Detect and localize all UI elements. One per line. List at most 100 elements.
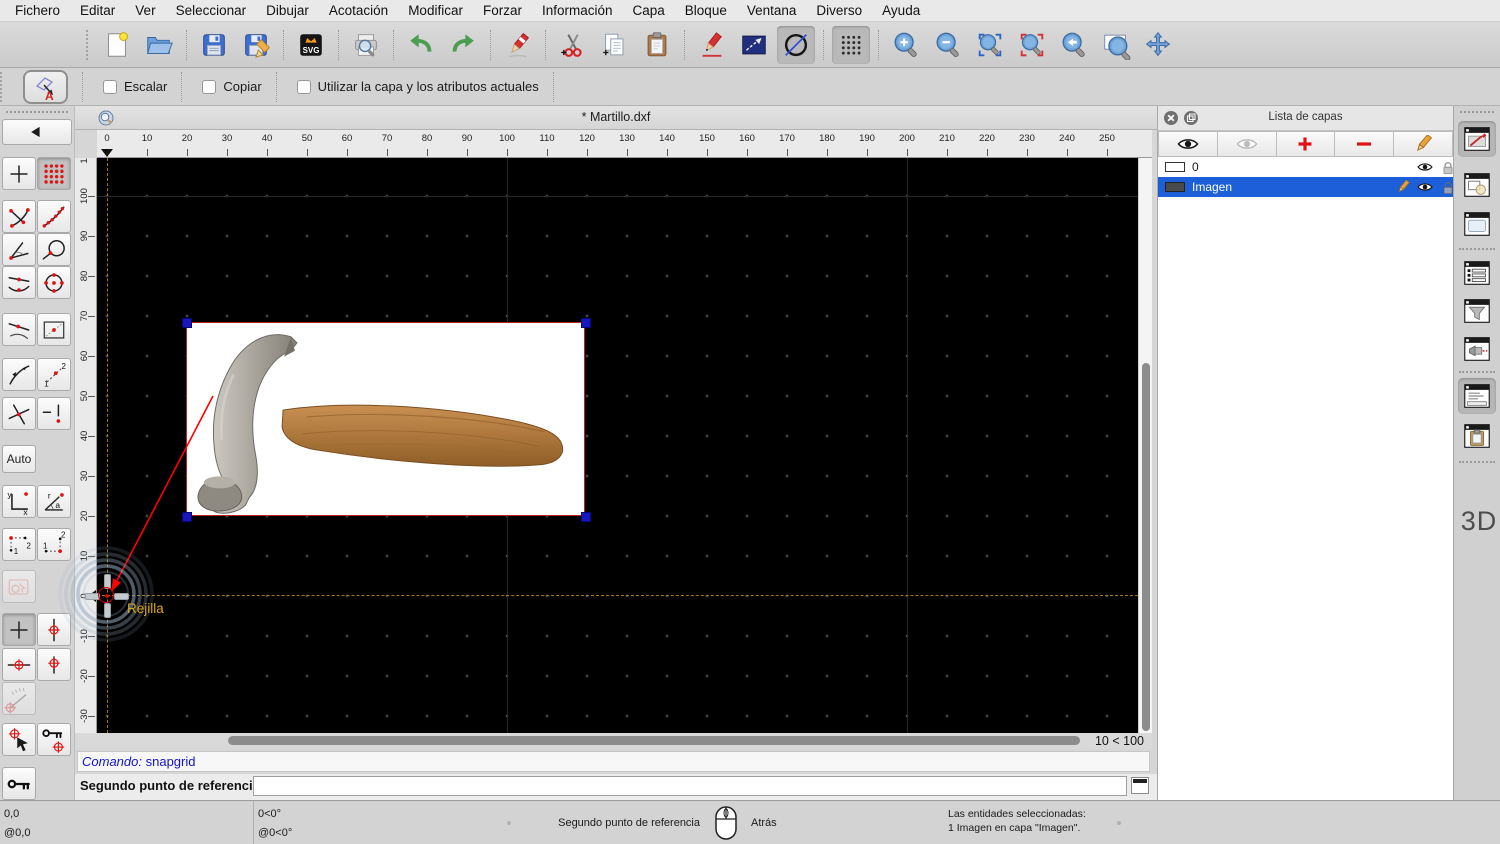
selection-handle-top-right[interactable]	[581, 318, 591, 328]
pen-attributes-button[interactable]	[693, 26, 731, 64]
zoom-window-button[interactable]	[1097, 26, 1135, 64]
svg-export-button[interactable]: SVG	[292, 26, 330, 64]
remove-layer-button[interactable]	[1335, 131, 1394, 157]
snap-tangent[interactable]	[2, 358, 36, 391]
drawing-canvas[interactable]	[97, 158, 1138, 733]
coord-polar[interactable]: ra	[37, 485, 71, 518]
circle-empty-button[interactable]	[777, 26, 815, 64]
dock-explode-button[interactable]	[1458, 331, 1496, 367]
copy-button[interactable]	[596, 26, 634, 64]
layer-row-imagen[interactable]: Imagen	[1158, 177, 1453, 197]
layer-visibility-icon[interactable]	[1416, 160, 1434, 174]
back-arrow-button[interactable]	[2, 119, 72, 145]
layer-edit-icon[interactable]	[1394, 180, 1412, 194]
dock-3d-label[interactable]: 3D	[1460, 506, 1498, 537]
snap-endpoint[interactable]	[2, 200, 36, 233]
zoom-out-button[interactable]	[929, 26, 967, 64]
selection-handle-bottom-left[interactable]	[182, 512, 192, 522]
restrict-orthogonal[interactable]	[37, 648, 71, 681]
zoom-previous-button[interactable]	[1055, 26, 1093, 64]
checkbox-box-utilizar-la-capa-y-los-atributos-actuales[interactable]	[297, 80, 311, 94]
menu-ver[interactable]: Ver	[125, 0, 165, 22]
hammer-image[interactable]	[186, 322, 585, 516]
checkbox-box-escalar[interactable]	[103, 80, 117, 94]
ref-order-left[interactable]: 12	[2, 528, 36, 561]
restrict-none[interactable]	[2, 613, 36, 646]
menu-bloque[interactable]: Bloque	[675, 0, 737, 22]
dock-drag-handle[interactable]	[1460, 111, 1494, 113]
hide-all-layers-button[interactable]	[1218, 131, 1277, 157]
select-ghost[interactable]	[2, 570, 36, 603]
undo-button[interactable]	[402, 26, 440, 64]
layer-visibility-icon[interactable]	[1416, 180, 1434, 194]
dock-block-list-button[interactable]	[1458, 167, 1496, 203]
menu-ayuda[interactable]: Ayuda	[872, 0, 930, 22]
print-preview-button[interactable]	[347, 26, 385, 64]
menu-modificar[interactable]: Modificar	[398, 0, 473, 22]
snap-nearest[interactable]	[2, 313, 36, 346]
snap-sequence[interactable]: 12	[37, 358, 71, 391]
command-input[interactable]	[253, 776, 1127, 796]
menu-capa[interactable]: Capa	[623, 0, 675, 22]
snap-on-entity[interactable]	[37, 200, 71, 233]
dock-layer-list-button[interactable]	[1458, 121, 1496, 157]
redo-button[interactable]	[444, 26, 482, 64]
grid-toggle-button[interactable]	[832, 26, 870, 64]
dock-command-line-button[interactable]	[1458, 378, 1496, 414]
add-layer-button[interactable]	[1277, 131, 1336, 157]
coord-cartesian[interactable]: yx	[2, 485, 36, 518]
paste-button[interactable]	[638, 26, 676, 64]
relative-zero[interactable]	[2, 767, 36, 800]
dock-clipboard-button[interactable]	[1458, 418, 1496, 454]
checkbox-box-copiar[interactable]	[202, 80, 216, 94]
menu-seleccionar[interactable]: Seleccionar	[166, 0, 257, 22]
snap-free[interactable]	[2, 157, 36, 190]
lock-relative-zero[interactable]	[37, 723, 71, 756]
angle-gauge[interactable]	[2, 682, 36, 715]
delete-entity-button[interactable]	[499, 26, 537, 64]
new-document-button[interactable]	[98, 26, 136, 64]
restrict-horizontal[interactable]	[2, 648, 36, 681]
restrict-vertical[interactable]	[37, 613, 71, 646]
zoom-auto-button[interactable]	[971, 26, 1009, 64]
menu-dibujar[interactable]: Dibujar	[256, 0, 319, 22]
snap-distance[interactable]	[37, 233, 71, 266]
snap-middle[interactable]	[2, 266, 36, 299]
snap-center[interactable]	[37, 266, 71, 299]
save-as-button[interactable]	[237, 26, 275, 64]
snap-intersection[interactable]	[2, 397, 36, 430]
save-button[interactable]	[195, 26, 233, 64]
palette-drag-handle[interactable]	[6, 111, 68, 113]
options-drag-handle[interactable]	[0, 72, 6, 102]
dock-filter-button[interactable]	[1458, 293, 1496, 329]
selection-handle-top-left[interactable]	[182, 318, 192, 328]
vertical-scrollbar-thumb[interactable]	[1142, 363, 1150, 731]
snap-intersection-manual[interactable]	[37, 397, 71, 430]
snap-grid[interactable]	[37, 157, 71, 190]
checkbox-escalar[interactable]: Escalar	[103, 79, 167, 94]
zoom-pan-button[interactable]	[1139, 26, 1177, 64]
menu-editar[interactable]: Editar	[70, 0, 125, 22]
horizontal-scrollbar-thumb[interactable]	[228, 736, 1080, 745]
snap-perpendicular[interactable]	[2, 233, 36, 266]
menu-diverso[interactable]: Diverso	[806, 0, 872, 22]
zoom-select-button[interactable]	[1013, 26, 1051, 64]
cut-button[interactable]	[554, 26, 592, 64]
menu-informacion[interactable]: Información	[532, 0, 623, 22]
dock-library-button[interactable]	[1458, 206, 1496, 242]
horizontal-scrollbar[interactable]: 10 < 100	[75, 733, 1152, 749]
zoom-in-button[interactable]	[887, 26, 925, 64]
vertical-scrollbar[interactable]	[1138, 158, 1152, 733]
dock-entity-list-button[interactable]	[1458, 255, 1496, 291]
menu-forzar[interactable]: Forzar	[473, 0, 532, 22]
line-attributes-button[interactable]	[735, 26, 773, 64]
open-folder-button[interactable]	[140, 26, 178, 64]
toolbar-drag-handle[interactable]	[86, 30, 92, 60]
menu-ventana[interactable]: Ventana	[737, 0, 807, 22]
auto-button[interactable]: Auto	[2, 445, 36, 473]
command-detach-button[interactable]	[1131, 777, 1149, 794]
menu-acotacion[interactable]: Acotación	[319, 0, 398, 22]
menu-fichero[interactable]: Fichero	[5, 0, 70, 22]
layer-row-0[interactable]: 0	[1158, 157, 1453, 177]
checkbox-copiar[interactable]: Copiar	[202, 79, 261, 94]
